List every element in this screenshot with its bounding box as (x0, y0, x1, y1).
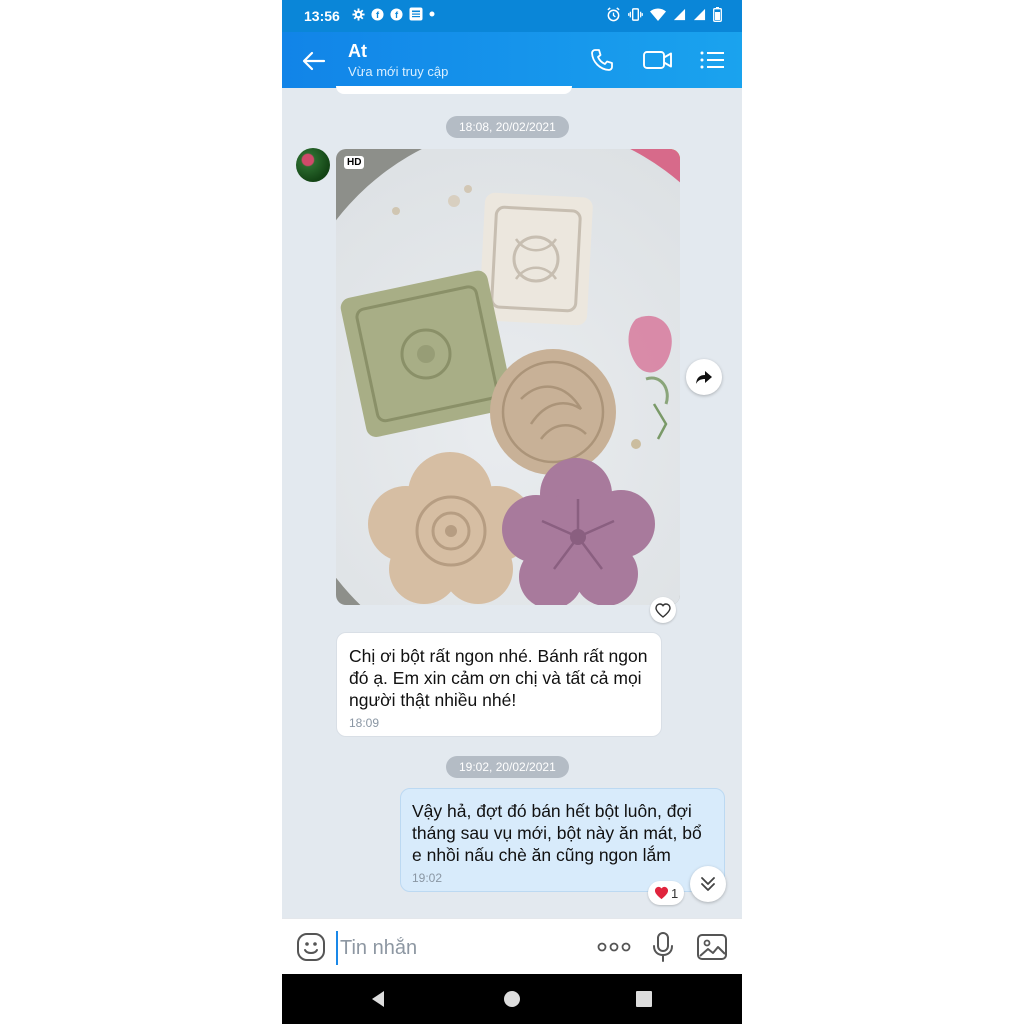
microphone-icon[interactable] (651, 931, 675, 963)
nav-recents-icon[interactable] (633, 988, 655, 1010)
system-nav-bar (282, 974, 742, 1024)
news-icon (409, 7, 423, 21)
alarm-icon (607, 7, 620, 22)
message-time: 18:09 (349, 716, 380, 730)
facebook-icon: f (390, 7, 403, 21)
chat-screen: 13:56 f f At Vừa mới truy cập 18:08, 20/… (282, 0, 742, 1024)
nav-back-icon[interactable] (368, 988, 390, 1010)
double-chevron-down-icon (701, 877, 715, 891)
emoji-icon[interactable] (296, 932, 326, 962)
wifi-icon (650, 7, 666, 21)
contact-status: Vừa mới truy cập (348, 64, 449, 79)
share-arrow-icon (696, 371, 712, 384)
back-arrow-icon[interactable] (300, 47, 328, 75)
dot-icon (429, 11, 435, 17)
reaction-count-badge[interactable]: 1 (648, 881, 685, 905)
phone-call-icon[interactable] (588, 46, 616, 74)
forward-button[interactable] (686, 359, 722, 395)
message-input[interactable] (336, 931, 542, 965)
incoming-message-bubble[interactable]: Chị ơi bột rất ngon nhé. Bánh rất ngon đ… (336, 632, 662, 737)
notification-icons: f f (352, 7, 435, 21)
date-separator: 18:08, 20/02/2021 (446, 116, 569, 138)
date-separator: 19:02, 20/02/2021 (446, 756, 569, 778)
status-bar: 13:56 f f (282, 0, 742, 32)
status-time: 13:56 (304, 8, 340, 24)
system-icons (606, 7, 722, 22)
mooncake-photo (336, 149, 680, 605)
message-text: Chị ơi bột rất ngon nhé. Bánh rất ngon đ… (349, 646, 648, 710)
vibrate-icon (628, 8, 643, 21)
heart-filled-icon (654, 886, 669, 900)
more-options-icon[interactable] (596, 936, 632, 958)
signal-icon (693, 8, 706, 21)
heart-outline-icon (655, 602, 671, 618)
facebook-icon: f (371, 7, 384, 21)
contact-name[interactable]: At (348, 41, 367, 62)
previous-message-edge (336, 86, 572, 94)
outgoing-message-bubble[interactable]: Vậy hả, đợt đó bán hết bột luôn, đợi thá… (400, 788, 725, 892)
nav-home-icon[interactable] (501, 988, 523, 1010)
photo-message[interactable]: HD (336, 149, 680, 605)
message-text: Vậy hả, đợt đó bán hết bột luôn, đợi thá… (412, 801, 702, 865)
video-call-icon[interactable] (642, 46, 674, 74)
message-composer (282, 918, 742, 975)
scroll-to-bottom-button[interactable] (690, 866, 726, 902)
contact-avatar[interactable] (296, 148, 330, 182)
reaction-count: 1 (671, 885, 679, 901)
battery-icon (713, 7, 722, 22)
menu-list-icon[interactable] (698, 46, 726, 74)
settings-icon (352, 7, 365, 21)
react-button[interactable] (650, 597, 676, 623)
image-gallery-icon[interactable] (696, 932, 728, 962)
chat-header: At Vừa mới truy cập (282, 32, 742, 88)
signal-icon (673, 8, 686, 21)
hd-badge: HD (344, 156, 365, 169)
